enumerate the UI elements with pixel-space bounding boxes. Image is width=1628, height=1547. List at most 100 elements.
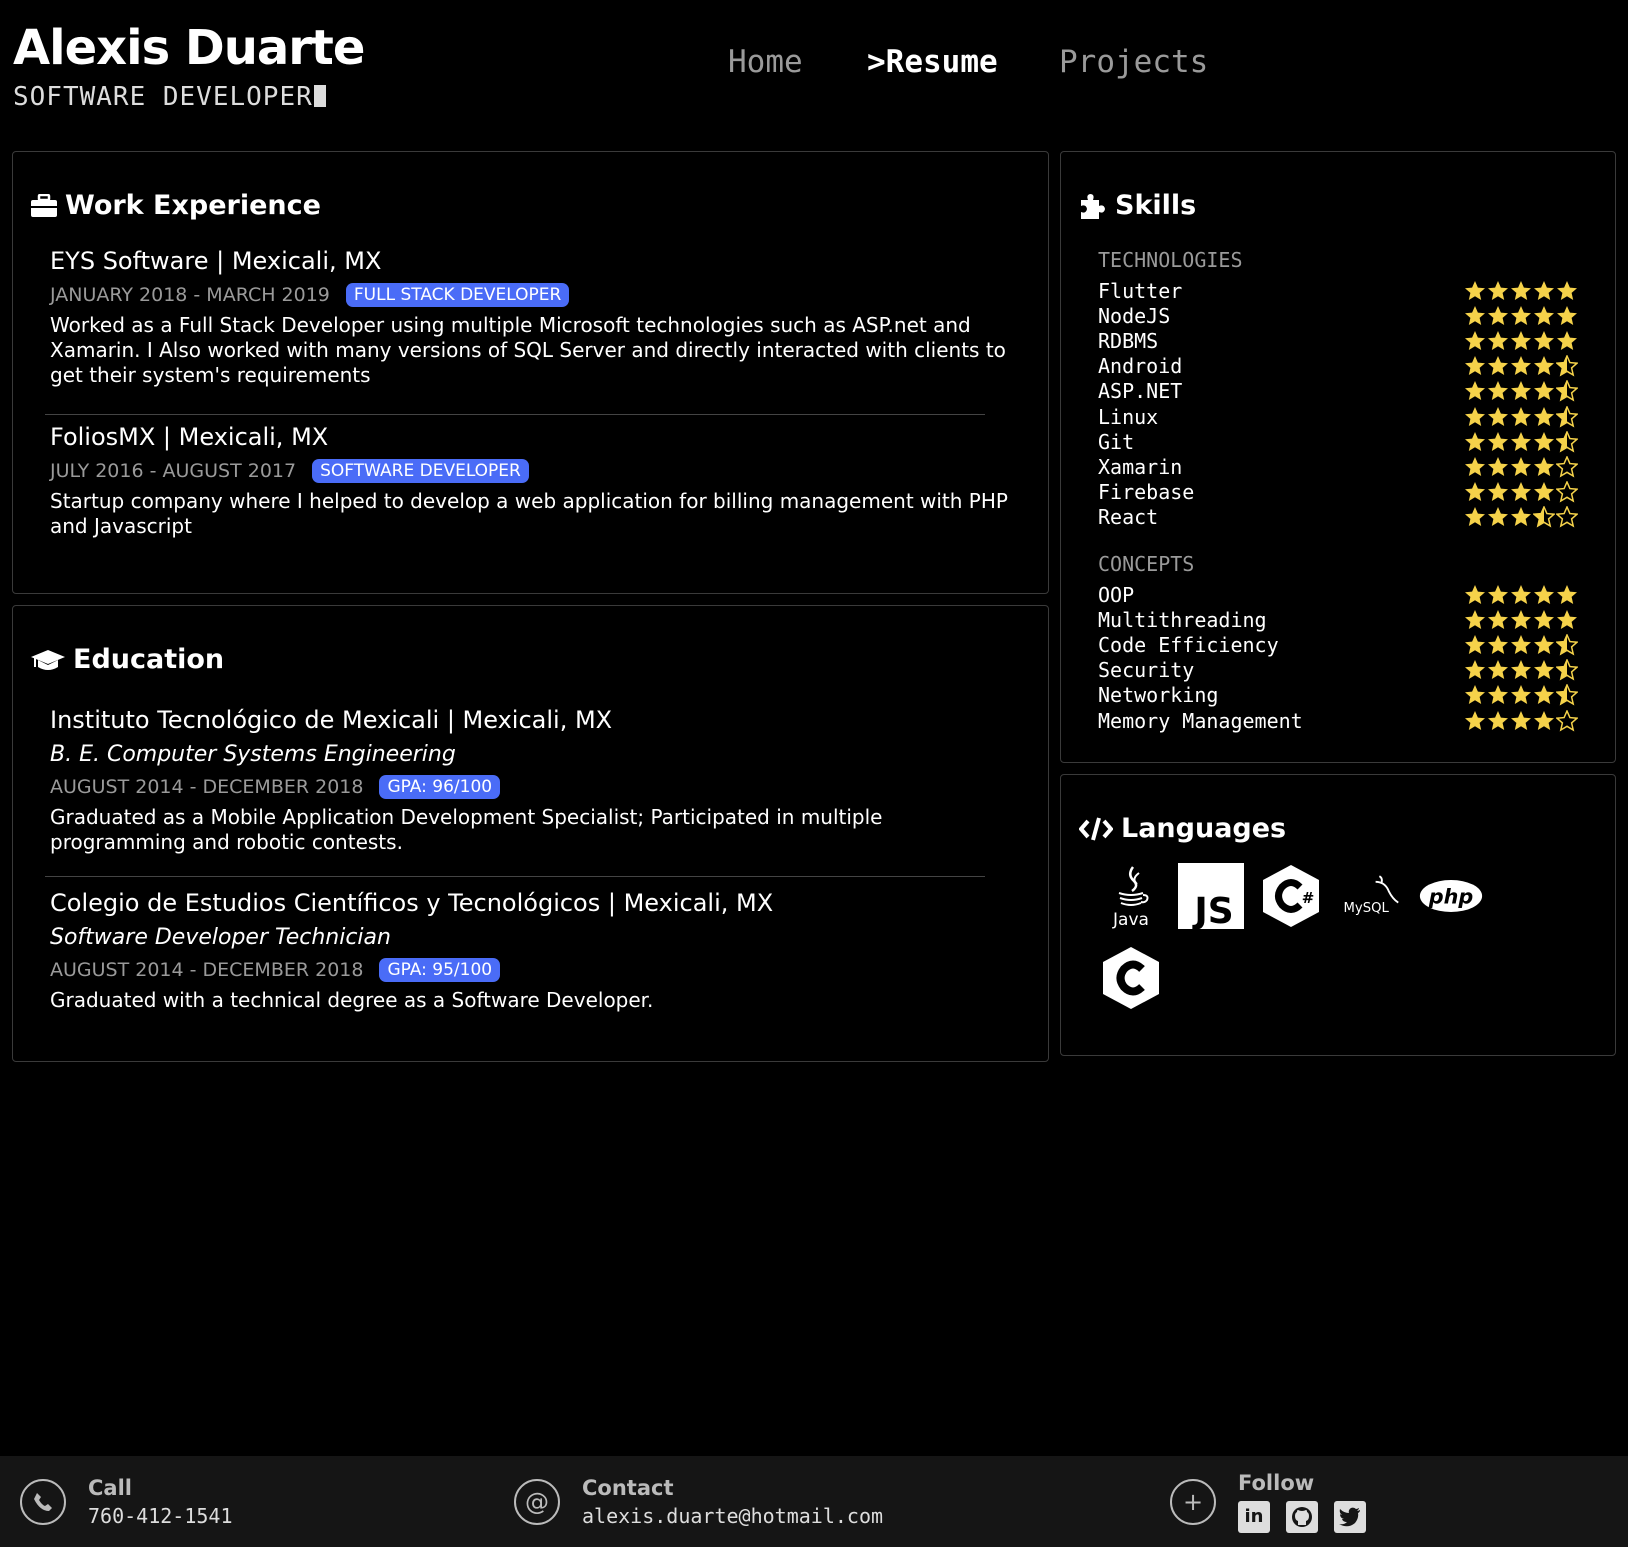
star-full-icon xyxy=(1465,609,1485,629)
skill-name: Git xyxy=(1098,429,1135,454)
star-full-icon xyxy=(1534,710,1554,730)
entry-title: Instituto Tecnológico de Mexicali | Mexi… xyxy=(50,706,613,734)
star-empty-icon xyxy=(1556,481,1578,503)
star-full-icon xyxy=(1465,280,1485,300)
svg-text:#: # xyxy=(1302,889,1315,907)
skill-row: Security xyxy=(1098,658,1578,683)
star-rating xyxy=(1464,659,1578,681)
entry-degree: B. E. Computer Systems Engineering xyxy=(50,742,456,767)
skill-name: Firebase xyxy=(1098,480,1195,505)
entry-description: Worked as a Full Stack Developer using m… xyxy=(50,313,1006,387)
star-rating xyxy=(1464,380,1578,402)
star-full-icon xyxy=(1511,406,1531,426)
star-full-icon xyxy=(1465,406,1485,426)
education-card: Education Instituto Tecnológico de Mexic… xyxy=(12,605,1049,1062)
nav-resume[interactable]: >Resume xyxy=(867,44,998,80)
technologies-label: TECHNOLOGIES xyxy=(1098,248,1243,272)
job-title: SOFTWARE DEVELOPER xyxy=(13,82,326,112)
twitter-icon[interactable] xyxy=(1334,1500,1366,1533)
star-half-icon xyxy=(1556,355,1578,377)
star-full-icon xyxy=(1534,482,1554,502)
entry-title: Colegio de Estudios Científicos y Tecnol… xyxy=(50,889,774,917)
work-experience-heading: Work Experience xyxy=(31,190,321,221)
star-full-icon xyxy=(1511,305,1531,325)
star-full-icon xyxy=(1511,685,1531,705)
star-rating xyxy=(1464,633,1578,656)
star-rating xyxy=(1464,405,1578,428)
nav-home[interactable]: Home xyxy=(728,44,803,80)
star-full-icon xyxy=(1511,710,1531,730)
star-full-icon xyxy=(1557,584,1577,604)
divider xyxy=(45,876,985,877)
nav-projects[interactable]: Projects xyxy=(1059,44,1208,80)
education-heading: Education xyxy=(31,644,224,675)
skill-name: Security xyxy=(1098,658,1195,683)
star-full-icon xyxy=(1488,280,1508,300)
entry-description: Graduated with a technical degree as a S… xyxy=(50,988,654,1012)
star-full-icon xyxy=(1511,431,1531,451)
star-full-icon xyxy=(1511,482,1531,502)
entry-date: JANUARY 2018 - MARCH 2019 xyxy=(50,284,330,306)
gpa-badge: GPA: 96/100 xyxy=(379,775,501,799)
star-full-icon xyxy=(1465,685,1485,705)
phone-number[interactable]: 760-412-1541 xyxy=(88,1504,233,1528)
email-link[interactable]: alexis.duarte@hotmail.com xyxy=(582,1504,883,1528)
role-badge: FULL STACK DEVELOPER xyxy=(345,283,570,307)
entry-date: AUGUST 2014 - DECEMBER 2018 xyxy=(50,776,364,798)
footer-call: Call 760-412-1541 xyxy=(20,1456,233,1547)
star-full-icon xyxy=(1534,584,1554,604)
star-rating xyxy=(1464,481,1578,503)
code-icon xyxy=(1079,816,1113,841)
star-full-icon xyxy=(1511,660,1531,680)
skill-name: Xamarin xyxy=(1098,454,1183,479)
star-rating xyxy=(1464,506,1578,528)
entry-title: FoliosMX | Mexicali, MX xyxy=(50,423,329,451)
skill-row: Multithreading xyxy=(1098,607,1578,632)
phone-icon xyxy=(20,1478,66,1525)
star-half-icon xyxy=(1533,506,1555,528)
entry-date: JULY 2016 - AUGUST 2017 xyxy=(50,460,297,482)
star-half-icon xyxy=(1556,430,1578,453)
call-text: Call 760-412-1541 xyxy=(88,1476,233,1528)
skill-name: Multithreading xyxy=(1098,607,1267,632)
star-full-icon xyxy=(1534,330,1554,350)
java-icon: Java xyxy=(1098,863,1164,929)
footer-contact: @ Contact alexis.duarte@hotmail.com xyxy=(514,1456,883,1547)
star-full-icon xyxy=(1488,330,1508,350)
star-rating xyxy=(1464,305,1578,327)
star-full-icon xyxy=(1488,381,1508,401)
skill-row: Networking xyxy=(1098,683,1578,708)
php-icon: php xyxy=(1418,863,1484,929)
gpa-badge: GPA: 95/100 xyxy=(379,958,501,982)
skill-name: NodeJS xyxy=(1098,303,1171,328)
mysql-icon: MySQL xyxy=(1336,863,1402,929)
star-full-icon xyxy=(1488,431,1508,451)
skill-name: ASP.NET xyxy=(1098,379,1183,404)
star-full-icon xyxy=(1534,456,1554,476)
skill-row: Linux xyxy=(1098,404,1578,429)
star-full-icon xyxy=(1488,456,1508,476)
star-rating xyxy=(1464,355,1578,377)
csharp-icon: # xyxy=(1258,863,1324,929)
skill-name: Code Efficiency xyxy=(1098,632,1279,657)
star-full-icon xyxy=(1465,356,1485,376)
star-full-icon xyxy=(1488,634,1508,654)
work-experience-title: Work Experience xyxy=(65,190,321,221)
linkedin-icon[interactable]: in xyxy=(1238,1500,1270,1533)
contact-label: Contact xyxy=(582,1475,674,1500)
star-full-icon xyxy=(1511,456,1531,476)
graduation-cap-icon xyxy=(31,649,65,670)
star-full-icon xyxy=(1534,280,1554,300)
languages-card: Languages Java JS # MySQL php xyxy=(1060,774,1616,1056)
github-icon[interactable] xyxy=(1286,1500,1318,1533)
at-sign-icon: @ xyxy=(514,1478,560,1525)
entry-meta: AUGUST 2014 - DECEMBER 2018 GPA: 95/100 xyxy=(50,958,1010,982)
star-rating xyxy=(1464,584,1578,606)
star-full-icon xyxy=(1465,482,1485,502)
skill-name: Flutter xyxy=(1098,278,1183,303)
skill-row: Xamarin xyxy=(1098,454,1578,479)
follow-label: Follow xyxy=(1238,1470,1315,1495)
header: Alexis Duarte SOFTWARE DEVELOPER Home >R… xyxy=(0,0,1628,140)
skill-name: OOP xyxy=(1098,582,1135,607)
star-full-icon xyxy=(1534,381,1554,401)
